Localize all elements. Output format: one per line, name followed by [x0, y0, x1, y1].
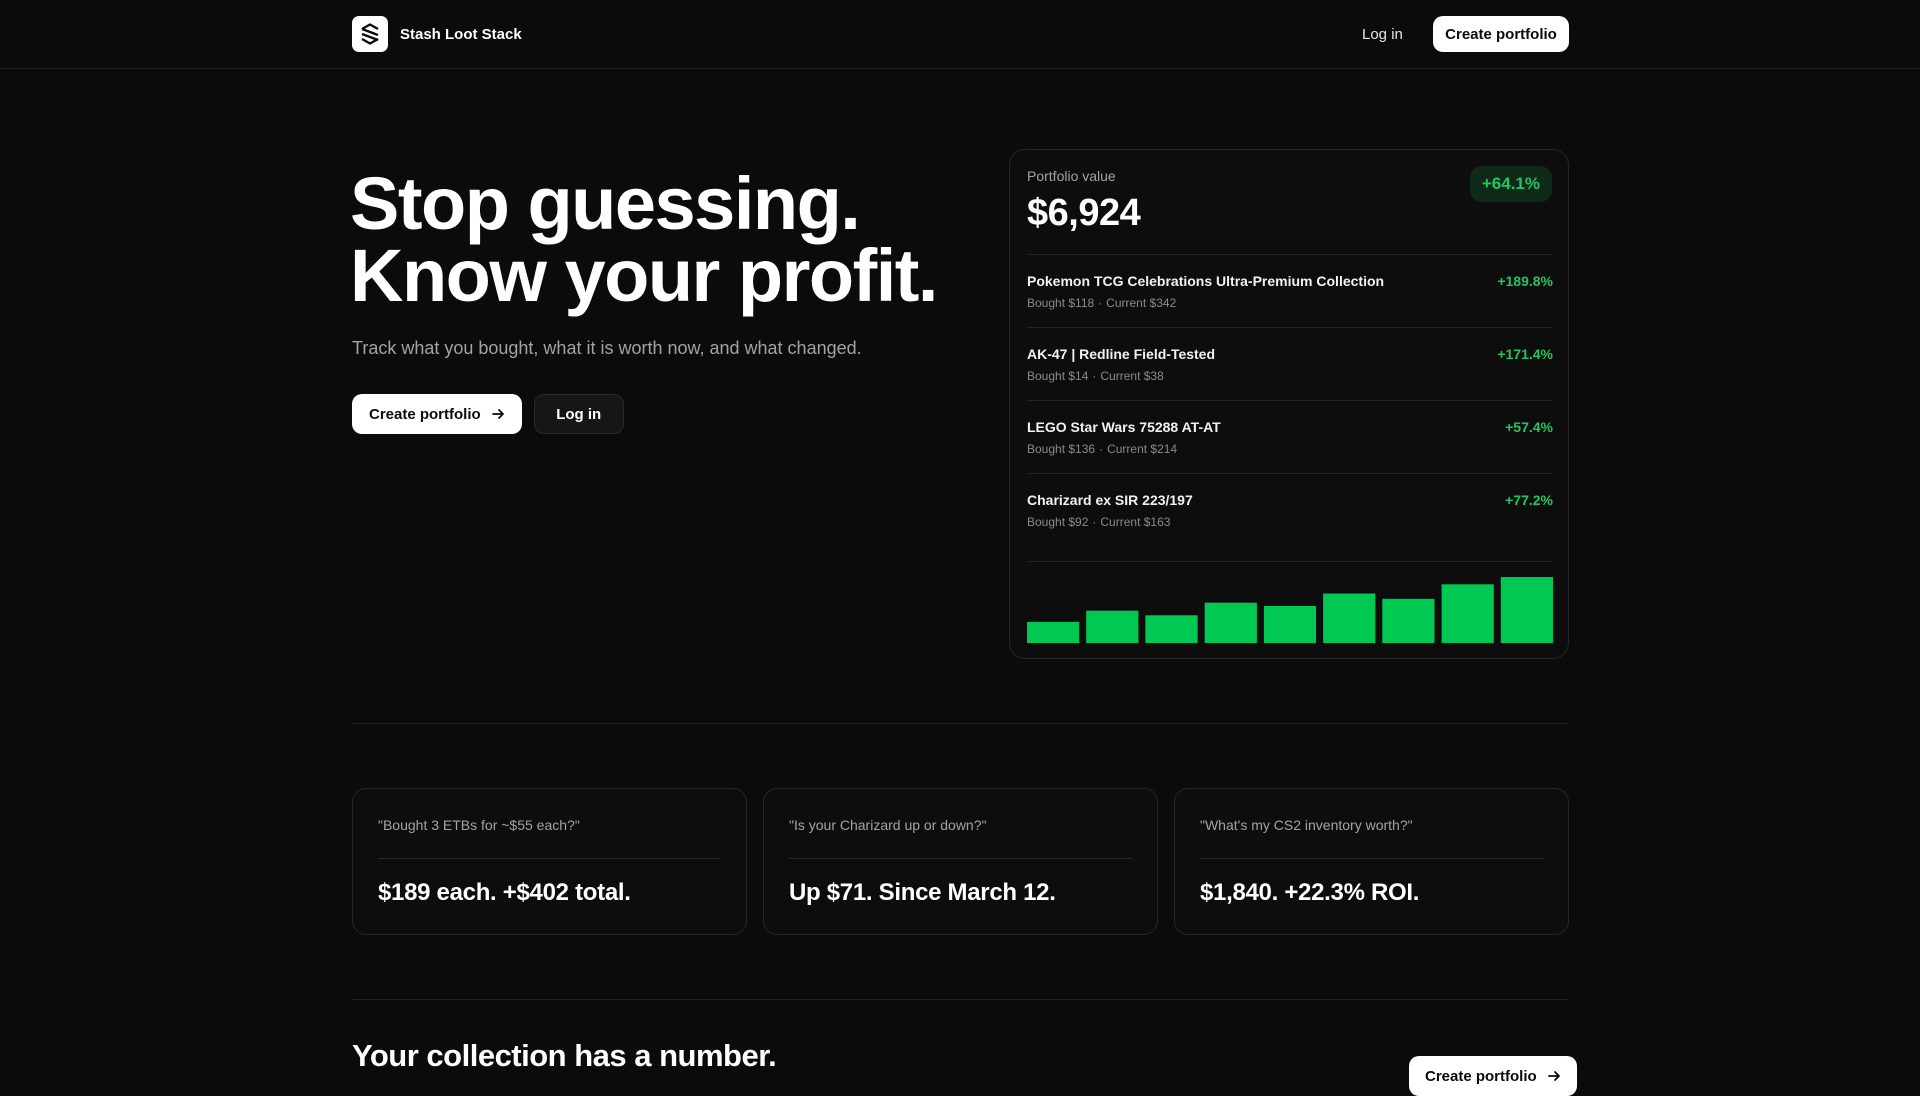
brand-name: Stash Loot Stack — [400, 25, 522, 43]
holdings-list: Pokemon TCG Celebrations Ultra-Premium C… — [1027, 254, 1553, 546]
section-title: Your collection has a number. — [352, 1038, 777, 1073]
meta-separator: · — [1099, 442, 1104, 456]
hero-actions: Create portfolio Log in — [352, 394, 624, 434]
quote-question: "Is your Charizard up or down?" — [789, 817, 987, 833]
chart-bar — [1027, 621, 1080, 643]
holding-bought: Bought $14 — [1027, 369, 1089, 383]
brand[interactable]: Stash Loot Stack — [352, 16, 522, 52]
bar-chart-svg — [1027, 577, 1553, 643]
holding-current: Current $38 — [1100, 369, 1164, 383]
portfolio-preview-card: Portfolio value $6,924 +64.1% Pokemon TC… — [1009, 149, 1569, 659]
holding-meta: Bought $92 · Current $163 — [1027, 515, 1170, 529]
portfolio-bar-chart — [1027, 561, 1553, 643]
holding-current: Current $214 — [1107, 442, 1178, 456]
holding-change: +171.4% — [1497, 346, 1553, 362]
create-portfolio-button[interactable]: Create portfolio — [1433, 16, 1569, 52]
holding-row: AK-47 | Redline Field-Tested Bought $14 ·… — [1027, 327, 1553, 400]
holding-meta: Bought $14 · Current $38 — [1027, 369, 1164, 383]
section-create-portfolio-button[interactable]: Create portfolio — [1409, 1056, 1577, 1096]
quote-question: "Bought 3 ETBs for ~$55 each?" — [378, 817, 580, 833]
hero-title-line-2: Know your profit. — [350, 234, 939, 317]
hero-subtitle: Track what you bought, what it is worth … — [352, 338, 862, 358]
top-nav: Stash Loot Stack Log in Create portfolio — [0, 0, 1920, 69]
meta-separator: · — [1092, 369, 1097, 383]
stack-logo-icon — [352, 16, 388, 52]
chart-bar — [1441, 584, 1494, 643]
hero-title-line-1: Stop guessing. — [350, 162, 861, 245]
chart-bar — [1145, 615, 1198, 643]
chart-bar — [1382, 598, 1435, 643]
arrow-right-icon — [491, 409, 504, 419]
quote-card: "What's my CS2 inventory worth?" $1,840.… — [1174, 788, 1569, 935]
hero-create-portfolio-label: Create portfolio — [369, 405, 481, 423]
chart-bar — [1500, 577, 1553, 643]
quote-card: "Is your Charizard up or down?" Up $71. … — [763, 788, 1158, 935]
quote-divider — [1200, 858, 1543, 859]
chart-bar — [1263, 606, 1317, 643]
section-divider — [352, 723, 1569, 724]
quote-question: "What's my CS2 inventory worth?" — [1200, 817, 1413, 833]
holding-meta: Bought $118 · Current $342 — [1027, 296, 1176, 310]
hero-login-button[interactable]: Log in — [533, 394, 624, 434]
hero-create-portfolio-button[interactable]: Create portfolio — [352, 394, 522, 434]
chart-bar — [1086, 610, 1139, 643]
section-create-portfolio-label: Create portfolio — [1425, 1067, 1537, 1085]
holding-bought: Bought $136 — [1027, 442, 1096, 456]
holding-row: LEGO Star Wars 75288 AT-AT Bought $136 · C… — [1027, 400, 1553, 473]
quote-divider — [378, 858, 721, 859]
holding-name: AK-47 | Redline Field-Tested — [1027, 346, 1216, 362]
holding-change: +77.2% — [1505, 492, 1553, 508]
holding-meta: Bought $136 · Current $214 — [1027, 442, 1177, 456]
holding-name: Charizard ex SIR 223/197 — [1027, 492, 1193, 508]
holding-bought: Bought $118 — [1027, 296, 1095, 310]
quote-divider — [789, 858, 1132, 859]
holding-bought: Bought $92 — [1027, 515, 1089, 529]
chart-bar — [1204, 602, 1257, 643]
quote-answer: $189 each. +$402 total. — [378, 879, 631, 906]
quote-answer: $1,840. +22.3% ROI. — [1200, 879, 1420, 906]
login-link[interactable]: Log in — [1362, 23, 1403, 45]
hero-title: Stop guessing. Know your profit. — [350, 167, 990, 313]
holding-row: Charizard ex SIR 223/197 Bought $92 · Curr… — [1027, 473, 1553, 546]
portfolio-change-badge: +64.1% — [1469, 166, 1552, 202]
quote-answer: Up $71. Since March 12. — [789, 879, 1056, 906]
portfolio-value-label: Portfolio value — [1027, 168, 1116, 184]
section-divider — [352, 999, 1569, 1000]
holding-name: Pokemon TCG Celebrations Ultra-Premium C… — [1027, 273, 1385, 289]
holding-current: Current $163 — [1100, 515, 1171, 529]
arrow-right-icon — [1547, 1071, 1560, 1081]
holding-row: Pokemon TCG Celebrations Ultra-Premium C… — [1027, 254, 1553, 327]
meta-separator: · — [1098, 296, 1103, 310]
holding-change: +189.8% — [1497, 273, 1553, 289]
meta-separator: · — [1092, 515, 1097, 529]
portfolio-value: $6,924 — [1027, 192, 1141, 234]
quote-card: "Bought 3 ETBs for ~$55 each?" $189 each… — [352, 788, 747, 935]
holding-current: Current $342 — [1106, 296, 1177, 310]
holding-change: +57.4% — [1505, 419, 1553, 435]
chart-bar — [1323, 593, 1376, 643]
holding-name: LEGO Star Wars 75288 AT-AT — [1027, 419, 1221, 435]
